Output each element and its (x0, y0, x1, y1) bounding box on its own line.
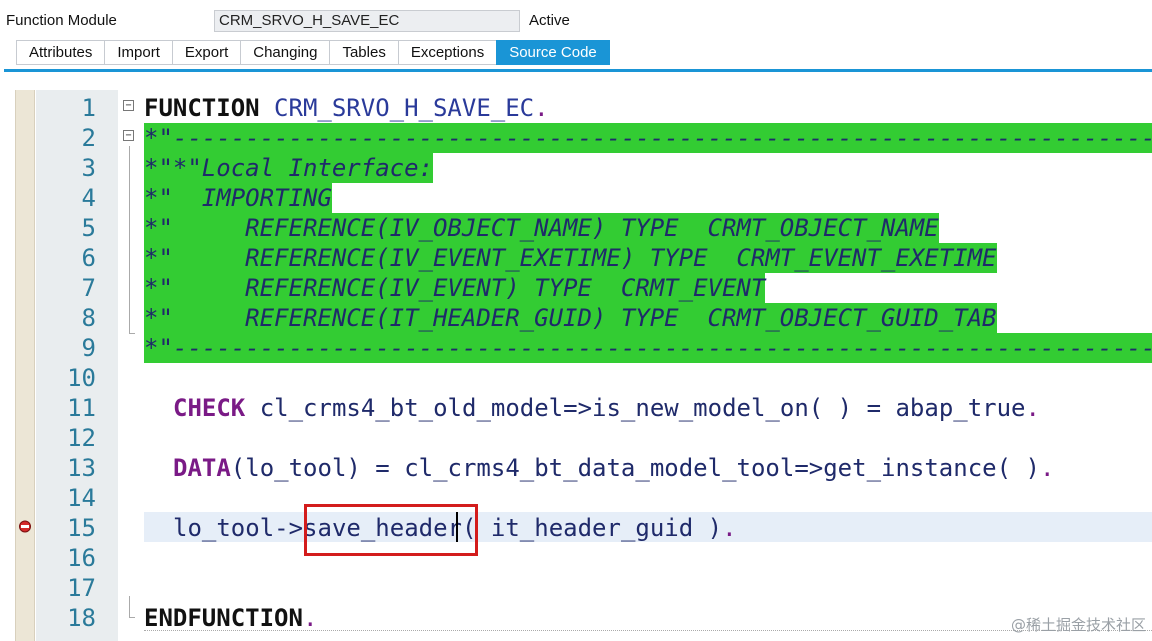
tab-import[interactable]: Import (104, 40, 172, 65)
line-number: 3 (81, 154, 96, 182)
code-text: ( it_header_guid ) (462, 514, 723, 542)
line-number: 13 (67, 454, 96, 482)
code-line[interactable]: CHECK cl_crms4_bt_old_model=>is_new_mode… (173, 393, 1040, 423)
method-highlight-box (304, 504, 478, 556)
line-number: 17 (67, 574, 96, 602)
comment-line[interactable]: *" IMPORTING (144, 183, 332, 213)
code-text: cl_crms4_bt_old_model=>is_new_model_on( … (245, 394, 1026, 422)
period: . (1025, 394, 1040, 422)
code-line[interactable]: ENDFUNCTION. (144, 603, 317, 633)
comment-line[interactable]: *" REFERENCE(IV_OBJECT_NAME) TYPE CRMT_O… (144, 213, 939, 243)
tab-changing[interactable]: Changing (240, 40, 330, 65)
keyword: ENDFUNCTION (144, 604, 303, 632)
period: . (302, 604, 318, 632)
tab-source-code[interactable]: Source Code (496, 40, 610, 65)
keyword: CHECK (173, 394, 246, 422)
tab-exceptions[interactable]: Exceptions (397, 40, 497, 65)
tab-attributes[interactable]: Attributes (16, 40, 105, 65)
tab-strip: Attributes Import Export Changing Tables… (16, 40, 610, 65)
line-number: 9 (81, 334, 96, 362)
fold-guide (129, 596, 130, 618)
function-name: CRM_SRVO_H_SAVE_EC (259, 94, 535, 122)
fold-guide-end (129, 333, 135, 334)
tab-tables[interactable]: Tables (329, 40, 398, 65)
period: . (722, 514, 737, 542)
code-line[interactable]: FUNCTION CRM_SRVO_H_SAVE_EC. (144, 93, 549, 123)
breakpoint-gutter[interactable] (15, 90, 35, 641)
line-number: 12 (67, 424, 96, 452)
line-number: 2 (81, 124, 96, 152)
comment-line[interactable]: *" REFERENCE(IV_EVENT) TYPE CRMT_EVENT (144, 273, 766, 303)
code-line[interactable]: DATA(lo_tool) = cl_crms4_bt_data_model_t… (173, 453, 1054, 483)
breakpoint-icon[interactable] (18, 520, 33, 533)
period: . (1039, 454, 1055, 482)
period: . (534, 94, 549, 122)
tab-export[interactable]: Export (171, 40, 241, 65)
line-number: 7 (81, 274, 96, 302)
line-number: 15 (67, 514, 96, 542)
line-number: 14 (67, 484, 96, 512)
fold-gutter (118, 90, 142, 641)
comment-line[interactable]: *" REFERENCE(IT_HEADER_GUID) TYPE CRMT_O… (144, 303, 997, 333)
comment-line[interactable]: *"--------------------------------------… (144, 123, 1152, 153)
line-number: 5 (81, 214, 96, 242)
keyword: DATA (173, 454, 231, 482)
status-label: Active (529, 12, 570, 29)
fold-collapse-icon[interactable]: − (123, 130, 134, 141)
fold-collapse-icon[interactable]: − (123, 100, 134, 111)
code-text: lo_tool-> (173, 514, 304, 542)
line-number: 8 (81, 304, 96, 332)
fold-guide (129, 146, 130, 334)
comment-line[interactable]: *"*"Local Interface: (144, 153, 433, 183)
line-number: 11 (67, 394, 96, 422)
line-number: 1 (81, 94, 96, 122)
line-number: 10 (67, 364, 96, 392)
line-number: 4 (81, 184, 96, 212)
keyword: FUNCTION (144, 94, 260, 122)
comment-line[interactable]: *"--------------------------------------… (144, 333, 1152, 363)
editor-bottom-border (144, 630, 1152, 631)
fold-guide-end (129, 617, 135, 618)
line-number: 6 (81, 244, 96, 272)
watermark: @稀土掘金技术社区 (1010, 616, 1146, 634)
text-cursor (456, 512, 458, 542)
code-editor[interactable]: − − 1 2 3 4 5 6 7 8 9 10 11 12 13 14 15 … (15, 90, 1152, 641)
function-module-label: Function Module (6, 12, 117, 29)
comment-line[interactable]: *" REFERENCE(IV_EVENT_EXETIME) TYPE CRMT… (144, 243, 997, 273)
function-module-name-field[interactable]: CRM_SRVO_H_SAVE_EC (214, 10, 520, 32)
line-number: 16 (67, 544, 96, 572)
line-number: 18 (67, 604, 96, 632)
code-text: (lo_tool) = cl_crms4_bt_data_model_tool=… (230, 454, 1040, 482)
tab-underline (4, 69, 1152, 72)
